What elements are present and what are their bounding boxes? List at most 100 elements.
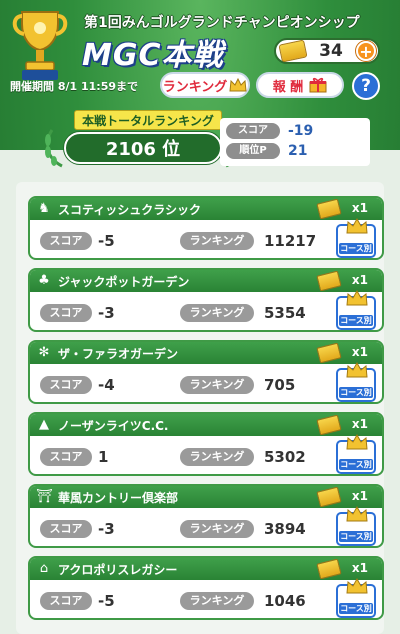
score-value: -3 [98, 304, 115, 322]
total-score-value: -19 [288, 123, 314, 139]
temple-icon: ⌂ [39, 561, 49, 576]
header: 第1回みんゴルグランドチャンピオンシップ MGC本戦 34 + 開催期間 8/1… [0, 0, 400, 112]
score-label: スコア [40, 304, 92, 322]
ranking-value: 1046 [264, 592, 306, 610]
crown-icon [346, 578, 368, 594]
casino-icon: ♣ [38, 273, 50, 288]
crown-icon [346, 290, 368, 306]
ticket-multiplier: x1 [351, 345, 368, 359]
score-value: -5 [98, 592, 115, 610]
total-ranking-panel: 本戦トータルランキング 2106 位 スコア -19 順位P 21 [24, 110, 376, 172]
total-stats: スコア -19 順位P 21 [220, 118, 370, 166]
course-ranking-button[interactable]: コース別 [336, 362, 376, 402]
crown-icon [346, 218, 368, 234]
total-ranking-title: 本戦トータルランキング [74, 110, 222, 130]
course-card: ♞ スコティッシュクラシック x1 スコア -5 ランキング 11217 コース… [28, 196, 384, 260]
gift-icon [309, 77, 327, 93]
lion-icon: ♞ [38, 201, 50, 216]
ticket-multiplier: x1 [351, 417, 368, 431]
ticket-currency: 34 + [274, 38, 380, 64]
ranking-button-label: ランキング [162, 79, 228, 95]
ticket-icon [278, 39, 308, 63]
ticket-count: 34 [319, 41, 343, 61]
total-points-value: 21 [288, 143, 308, 159]
event-title: 第1回みんゴルグランドチャンピオンシップ [84, 15, 360, 31]
course-ranking-button[interactable]: コース別 [336, 290, 376, 330]
course-button-label: コース別 [339, 387, 373, 398]
ranking-value: 5302 [264, 448, 306, 466]
ranking-button[interactable]: ランキング [160, 72, 250, 98]
course-button-label: コース別 [339, 603, 373, 614]
trophy-icon [12, 11, 68, 80]
score-label: スコア [40, 232, 92, 250]
course-card: ⌂ アクロポリスレガシー x1 スコア -5 ランキング 1046 コース別 [28, 556, 384, 620]
course-card: ▲ ノーザンライツC.C. x1 スコア 1 ランキング 5302 コース別 [28, 412, 384, 476]
total-score-row: スコア -19 [226, 121, 364, 141]
crown-icon [346, 362, 368, 378]
total-ranking-box: 本戦トータルランキング 2106 位 [34, 110, 243, 170]
course-ranking-button[interactable]: コース別 [336, 506, 376, 546]
total-score-label: スコア [226, 123, 280, 139]
course-card: ♣ ジャックポットガーデン x1 スコア -3 ランキング 5354 コース別 [28, 268, 384, 332]
course-name: ノーザンライツC.C. [58, 418, 169, 433]
score-label: スコア [40, 376, 92, 394]
score-value: -4 [98, 376, 115, 394]
course-stats: スコア -5 ランキング 1046 [30, 582, 382, 618]
ticket-multiplier: x1 [351, 273, 368, 287]
pagoda-icon: ⛩ [36, 489, 53, 504]
palm-icon: ✻ [38, 345, 50, 360]
course-stats: スコア -3 ランキング 3894 [30, 510, 382, 546]
course-button-label: コース別 [339, 531, 373, 542]
crown-icon [346, 434, 368, 450]
page-title: MGC本戦 [82, 38, 224, 73]
ranking-label: ランキング [180, 304, 254, 322]
ranking-value: 705 [264, 376, 296, 394]
course-ranking-button[interactable]: コース別 [336, 218, 376, 258]
ticket-multiplier: x1 [351, 489, 368, 503]
ranking-value: 11217 [264, 232, 317, 250]
course-button-label: コース別 [339, 243, 373, 254]
crown-icon [229, 78, 247, 92]
crown-icon [346, 506, 368, 522]
event-period: 開催期間 8/1 11:59まで [10, 80, 138, 93]
course-stats: スコア -4 ランキング 705 [30, 366, 382, 402]
ticket-multiplier: x1 [351, 561, 368, 575]
course-stats: スコア 1 ランキング 5302 [30, 438, 382, 474]
course-stats: スコア -3 ランキング 5354 [30, 294, 382, 330]
ranking-label: ランキング [180, 448, 254, 466]
total-points-label: 順位P [226, 143, 280, 159]
ranking-value: 3894 [264, 520, 306, 538]
course-list: ♞ スコティッシュクラシック x1 スコア -5 ランキング 11217 コース… [16, 182, 384, 634]
ranking-value: 5354 [264, 304, 306, 322]
course-ranking-button[interactable]: コース別 [336, 578, 376, 618]
add-ticket-button[interactable]: + [356, 41, 376, 61]
course-card: ✻ ザ・ファラオガーデン x1 スコア -4 ランキング 705 コース別 [28, 340, 384, 404]
course-card: ⛩ 華風カントリー倶楽部 x1 スコア -3 ランキング 3894 コース別 [28, 484, 384, 548]
help-button[interactable]: ? [352, 72, 380, 100]
score-value: 1 [98, 448, 109, 466]
score-value: -3 [98, 520, 115, 538]
ticket-multiplier: x1 [351, 201, 368, 215]
score-label: スコア [40, 592, 92, 610]
ranking-label: ランキング [180, 592, 254, 610]
total-rank-value: 2106 位 [64, 132, 222, 164]
reward-button[interactable]: 報 酬 [256, 72, 344, 98]
course-button-label: コース別 [339, 315, 373, 326]
total-points-row: 順位P 21 [226, 141, 364, 161]
ranking-label: ランキング [180, 232, 254, 250]
ranking-label: ランキング [180, 376, 254, 394]
course-name: スコティッシュクラシック [58, 202, 202, 217]
course-name: アクロポリスレガシー [58, 562, 178, 577]
reward-button-label: 報 酬 [272, 79, 304, 95]
score-label: スコア [40, 448, 92, 466]
score-value: -5 [98, 232, 115, 250]
course-name: 華風カントリー倶楽部 [58, 490, 179, 505]
ranking-label: ランキング [180, 520, 254, 538]
mountain-icon: ▲ [39, 417, 49, 432]
score-label: スコア [40, 520, 92, 538]
course-name: ザ・ファラオガーデン [58, 346, 179, 361]
course-ranking-button[interactable]: コース別 [336, 434, 376, 474]
course-name: ジャックポットガーデン [58, 274, 190, 289]
course-button-label: コース別 [339, 459, 373, 470]
course-stats: スコア -5 ランキング 11217 [30, 222, 382, 258]
